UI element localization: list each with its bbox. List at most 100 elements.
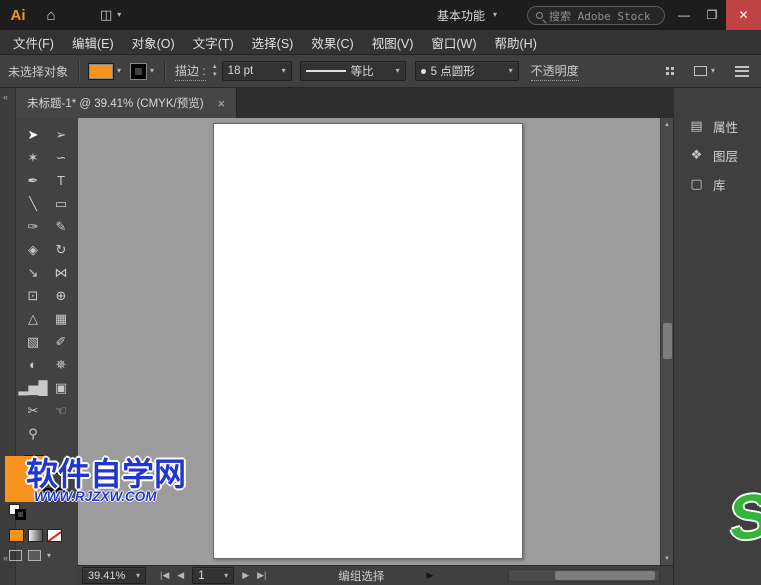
rotate-tool-icon: ↻ (56, 242, 67, 258)
horizontal-scroll-thumb[interactable] (555, 571, 655, 580)
close-button[interactable]: ✕ (726, 0, 761, 30)
stroke-weight-stepper[interactable]: ▲ ▼ (212, 64, 218, 78)
panel-tab-layers-label: 图层 (713, 146, 738, 165)
menu-view[interactable]: 视图(V) (363, 30, 423, 55)
shape-builder-tool[interactable]: ⊕ (47, 284, 75, 307)
chevron-down-icon: ▾ (396, 67, 400, 75)
opacity-label[interactable]: 不透明度 (531, 62, 579, 81)
stroke-weight-select[interactable]: 18 pt ▾ (222, 61, 292, 81)
close-icon[interactable]: × (218, 96, 226, 111)
pencil-tool[interactable]: ✎ (47, 215, 75, 238)
artboard-select[interactable]: 1 ▾ (192, 567, 234, 584)
arrange-documents-button[interactable]: ◫ ▾ (100, 7, 121, 23)
type-tool[interactable]: T (47, 169, 75, 192)
status-menu-arrow-icon[interactable]: ▶ (426, 570, 433, 581)
eyedropper-tool[interactable]: ✐ (47, 330, 75, 353)
scroll-up-icon[interactable]: ▲ (661, 118, 673, 131)
gradient-button[interactable] (28, 529, 43, 542)
hand-tool[interactable]: ☜ (47, 399, 75, 422)
previous-artboard-button[interactable]: ◀ (177, 570, 184, 581)
stock-search-input[interactable]: 搜索 Adobe Stock (527, 6, 665, 25)
maximize-button[interactable]: ❐ (698, 0, 726, 30)
zoom-tool-icon: ⚲ (28, 426, 38, 442)
lasso-tool[interactable]: ∽ (47, 146, 75, 169)
menu-object[interactable]: 对象(O) (123, 30, 184, 55)
artboard-tool[interactable]: ▣ (47, 376, 75, 399)
artboard[interactable] (213, 123, 523, 559)
home-icon[interactable]: ⌂ (36, 7, 66, 24)
collapse-left-icon[interactable]: « (3, 92, 8, 102)
collapse-left-icon[interactable]: « (3, 553, 8, 563)
app-logo[interactable]: Ai (0, 0, 36, 30)
free-transform-tool[interactable]: ⊡ (19, 284, 47, 307)
column-graph-tool[interactable]: ▂▅█ (19, 376, 47, 399)
selection-tool[interactable]: ➤ (19, 123, 47, 146)
brush-select[interactable]: 5 点圆形 ▾ (415, 61, 519, 81)
chevron-down-icon[interactable]: ▾ (117, 67, 121, 75)
panel-tab-layers[interactable]: ❖ 图层 (674, 141, 761, 169)
slice-tool[interactable]: ✂ (19, 399, 47, 422)
direct-selection-tool[interactable]: ➢ (47, 123, 75, 146)
document-tab-title: 未标题-1* @ 39.41% (CMYK/预览) (27, 95, 204, 111)
align-options-icon[interactable] (666, 67, 674, 75)
color-button[interactable] (9, 529, 24, 542)
menu-file[interactable]: 文件(F) (4, 30, 63, 55)
pen-tool[interactable]: ✒ (19, 169, 47, 192)
minimize-button[interactable]: — (670, 0, 698, 30)
width-tool[interactable]: ⋈ (47, 261, 75, 284)
document-tab[interactable]: 未标题-1* @ 39.41% (CMYK/预览) × (16, 88, 237, 118)
panel-tab-libraries-label: 库 (713, 175, 726, 194)
draw-normal-button[interactable] (9, 550, 22, 561)
workspace-switcher[interactable]: 基本功能 ▾ (437, 0, 497, 30)
none-button[interactable] (47, 529, 62, 542)
first-artboard-button[interactable]: |◀ (160, 570, 169, 581)
scale-tool[interactable]: ↘ (19, 261, 47, 284)
panel-tab-properties[interactable]: ▤ 属性 (674, 112, 761, 140)
draw-behind-button[interactable] (28, 550, 41, 561)
status-indicator[interactable]: 编组选择 (338, 568, 384, 584)
vertical-scrollbar[interactable]: ▲ ▼ (660, 118, 673, 565)
step-up-icon[interactable]: ▲ (212, 64, 218, 70)
stroke-color-swatch[interactable] (131, 64, 146, 79)
perspective-grid-tool[interactable]: △ (19, 307, 47, 330)
width-profile-select[interactable]: 等比 ▾ (300, 61, 406, 81)
zoom-tool[interactable]: ⚲ (19, 422, 47, 445)
blend-tool[interactable]: ◐ (19, 353, 47, 376)
document-setup-button[interactable]: ▾ (694, 66, 715, 76)
vertical-scroll-thumb[interactable] (663, 323, 672, 359)
eyedropper-tool-icon: ✐ (56, 334, 67, 350)
scroll-down-icon[interactable]: ▼ (661, 552, 673, 565)
panel-tab-libraries[interactable]: ▢ 库 (674, 170, 761, 198)
line-segment-tool[interactable]: ╲ (19, 192, 47, 215)
artboard-tool-icon: ▣ (55, 380, 67, 396)
separator (164, 60, 165, 82)
fill-color-swatch[interactable] (89, 64, 113, 79)
swap-fill-stroke-icon[interactable] (15, 509, 26, 520)
menu-edit[interactable]: 编辑(E) (63, 30, 123, 55)
layers-icon: ❖ (689, 147, 704, 163)
magic-wand-tool[interactable]: ✶ (19, 146, 47, 169)
next-artboard-button[interactable]: ▶ (242, 570, 249, 581)
chevron-down-icon[interactable]: ▾ (150, 67, 154, 75)
menu-window[interactable]: 窗口(W) (422, 30, 485, 55)
last-artboard-button[interactable]: ▶| (257, 570, 266, 581)
chevron-down-icon[interactable]: ▾ (47, 551, 51, 560)
mesh-tool[interactable]: ▦ (47, 307, 75, 330)
rotate-tool[interactable]: ↻ (47, 238, 75, 261)
menu-help[interactable]: 帮助(H) (486, 30, 546, 55)
gradient-tool[interactable]: ▧ (19, 330, 47, 353)
menu-effect-label: 效果(C) (311, 33, 353, 52)
stroke-label[interactable]: 描边 : (175, 62, 206, 81)
paintbrush-tool[interactable]: ✑ (19, 215, 47, 238)
rectangle-tool[interactable]: ▭ (47, 192, 75, 215)
menu-type[interactable]: 文字(T) (184, 30, 243, 55)
zoom-select[interactable]: 39.41% ▾ (82, 567, 146, 584)
menu-select[interactable]: 选择(S) (243, 30, 303, 55)
canvas[interactable] (78, 118, 660, 565)
eraser-tool[interactable]: ◈ (19, 238, 47, 261)
menu-icon[interactable] (735, 66, 749, 77)
symbol-sprayer-tool[interactable]: ✵ (47, 353, 75, 376)
step-down-icon[interactable]: ▼ (212, 72, 218, 78)
menu-effect[interactable]: 效果(C) (302, 30, 362, 55)
horizontal-scrollbar[interactable] (508, 569, 660, 582)
